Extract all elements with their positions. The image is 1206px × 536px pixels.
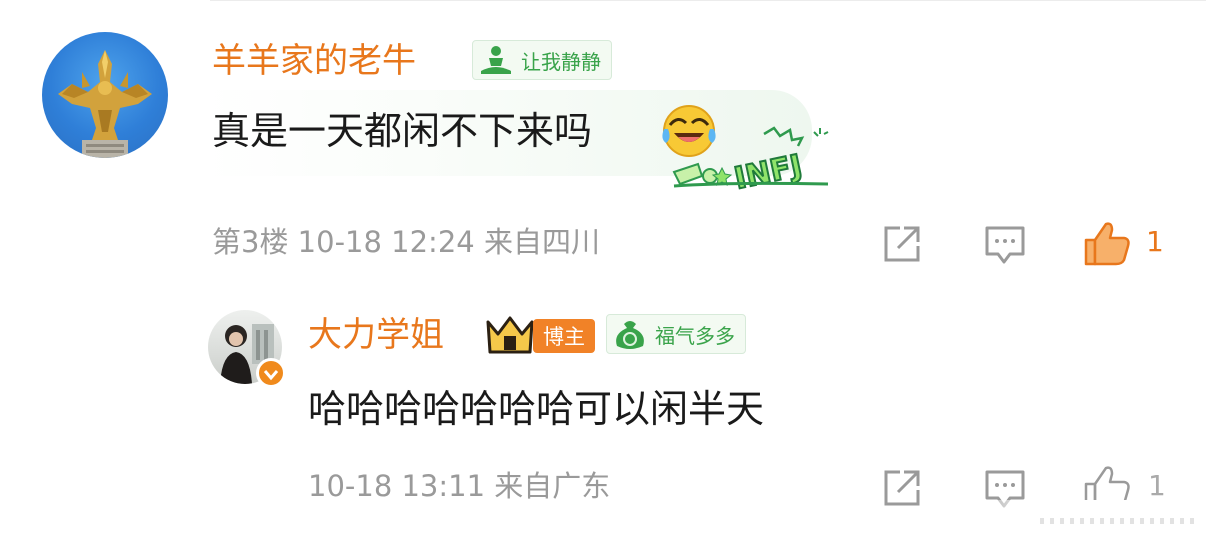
top-divider bbox=[210, 0, 1206, 1]
blogger-tag: 博主 bbox=[533, 319, 595, 353]
crown-icon bbox=[486, 316, 534, 354]
comment-meta: 第3楼 10-18 12:24 来自四川 bbox=[212, 225, 600, 259]
comment-like-count: 1 bbox=[1146, 225, 1164, 258]
like-icon[interactable] bbox=[1082, 220, 1132, 266]
share-icon[interactable] bbox=[882, 224, 924, 264]
meditation-icon bbox=[481, 46, 511, 74]
reply-meta: 10-18 13:11 来自广东 bbox=[308, 469, 611, 503]
comment-icon[interactable] bbox=[984, 224, 1026, 266]
golden-garuda-statue-icon bbox=[58, 50, 152, 158]
verified-badge bbox=[256, 358, 286, 388]
bottom-dotted-border bbox=[1040, 518, 1200, 524]
infj-sticker-icon: INFJ bbox=[672, 126, 829, 190]
calm-badge-label: 让我静静 bbox=[521, 49, 601, 74]
luck-badge-label: 福气多多 bbox=[655, 323, 735, 348]
replier-username[interactable]: 大力学姐 bbox=[308, 318, 444, 352]
lucky-bag-icon bbox=[616, 321, 644, 349]
commenter-avatar[interactable] bbox=[42, 32, 168, 158]
reply-share-icon[interactable] bbox=[882, 468, 924, 508]
luck-badge[interactable]: 福气多多 bbox=[606, 314, 746, 354]
comment-text: 真是一天都闲不下来吗 bbox=[212, 109, 593, 153]
commenter-username[interactable]: 羊羊家的老牛 bbox=[212, 44, 416, 78]
verified-check-icon bbox=[263, 370, 279, 381]
reply-text: 哈哈哈哈哈哈哈可以闲半天 bbox=[308, 387, 765, 431]
calm-badge[interactable]: 让我静静 bbox=[472, 40, 612, 80]
reply-like-count: 1 bbox=[1148, 469, 1166, 502]
